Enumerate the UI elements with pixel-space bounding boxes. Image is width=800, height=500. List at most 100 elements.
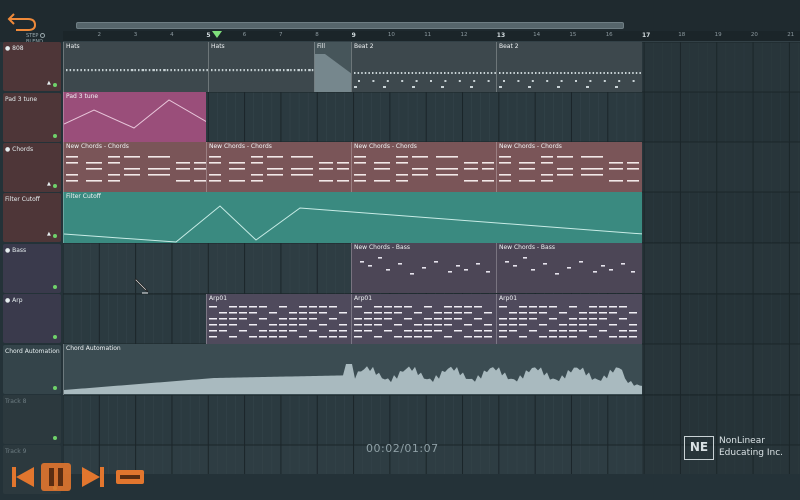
playlist-grid[interactable]: Hats Hats Fill Beat 2 Beat 2 Pad 3 tune (63, 42, 800, 474)
brand-line-1: NonLinear (719, 436, 765, 446)
playhead-marker-icon[interactable] (212, 31, 222, 38)
back-arrow-icon[interactable] (6, 10, 38, 32)
ruler-number: 11 (424, 32, 432, 38)
pattern-notes (211, 69, 314, 72)
transport-controls (12, 463, 144, 491)
clip-bass-1[interactable]: New Chords - Bass (351, 243, 496, 293)
clip-hats-1[interactable]: Hats (63, 42, 208, 92)
ruler-number: 2 (97, 32, 102, 38)
time-display: 00:02/01:07 (366, 442, 439, 455)
track-name: ● Bass (5, 247, 27, 254)
clip-beat-2[interactable]: Beat 2 (496, 42, 642, 92)
clip-bass-2[interactable]: New Chords - Bass (496, 243, 642, 293)
ruler-number: 9 (351, 32, 356, 39)
mute-led-icon[interactable] (53, 335, 57, 339)
ruler-number: 4 (170, 32, 174, 38)
ruler-number: 8 (315, 32, 319, 38)
clip-hats-2[interactable]: Hats (208, 42, 314, 92)
clip-filter-cutoff[interactable]: Filter Cutoff (63, 192, 642, 243)
timeline-ruler[interactable]: 2 3 4 5 6 7 8 9 10 11 12 13 14 15 16 17 18 19 20 21 (63, 31, 800, 42)
track-header[interactable]: ● 808 ▲ (3, 42, 61, 91)
track-header[interactable]: ● Arp (3, 294, 61, 343)
clip-title: Beat 2 (499, 43, 519, 50)
clip-beat-1[interactable]: Beat 2 (351, 42, 496, 92)
audio-waveform (64, 364, 642, 394)
ruler-number: 18 (678, 32, 686, 38)
track-name: Track 9 (5, 448, 27, 455)
track-header[interactable]: Filter Cutoff ▲ (3, 193, 61, 242)
rewind-button[interactable] (12, 467, 34, 487)
pattern-notes (354, 306, 492, 338)
mute-led-icon[interactable] (53, 83, 57, 87)
clip-arp-3[interactable]: Arp01 (496, 294, 642, 344)
clip-title: Arp01 (499, 295, 518, 302)
ruler-number: 20 (750, 32, 758, 38)
pattern-notes (209, 306, 347, 338)
mute-led-icon[interactable] (53, 285, 57, 289)
ruler-number: 6 (242, 32, 247, 38)
toggle-icon (40, 33, 45, 38)
clip-chords-3[interactable]: New Chords - Chords (351, 142, 496, 192)
ruler-number: 21 (787, 32, 795, 38)
ruler-number: 7 (279, 32, 283, 38)
clip-arp-1[interactable]: Arp01 (206, 294, 351, 344)
clip-pad-3-tune[interactable]: Pad 3 tune (63, 92, 206, 142)
track-header[interactable]: Track 8 (3, 395, 61, 444)
track-name: Track 8 (5, 398, 27, 405)
mute-led-icon[interactable] (53, 184, 57, 188)
snap-toggle[interactable]: STEP BLEND (26, 33, 62, 45)
track-header[interactable]: ● Bass (3, 244, 61, 293)
ruler-number: 19 (714, 32, 722, 38)
clip-title: New Chords - Bass (354, 244, 410, 251)
subtitle-button[interactable] (116, 470, 144, 484)
ruler-number: 13 (496, 32, 506, 39)
track-name: ● 808 (5, 45, 24, 52)
mute-led-icon[interactable] (53, 436, 57, 440)
ruler-number: 12 (460, 32, 468, 38)
clip-title: New Chords - Chords (354, 143, 417, 150)
pencil-cursor-icon (134, 278, 149, 294)
ruler-number: 17 (642, 32, 651, 39)
clip-title: Fill (317, 43, 326, 50)
clip-title: New Chords - Chords (209, 143, 272, 150)
mute-led-icon[interactable] (53, 386, 57, 390)
pattern-notes (499, 306, 637, 338)
horizontal-scrollbar[interactable] (76, 22, 624, 29)
brand-line-2: Educating Inc. (719, 448, 784, 458)
expand-arrow-icon[interactable]: ▲ (47, 181, 51, 187)
clip-title: Hats (66, 43, 80, 50)
expand-arrow-icon[interactable]: ▲ (47, 231, 51, 237)
clip-title: Pad 3 tune (66, 93, 99, 100)
clip-title: Hats (211, 43, 225, 50)
clip-fill[interactable]: Fill (314, 42, 351, 92)
clip-chords-1[interactable]: New Chords - Chords (63, 142, 206, 192)
track-name: Chord Automation (5, 348, 60, 355)
track-name: ● Chords (5, 146, 34, 153)
clip-chord-automation[interactable]: Chord Automation (63, 344, 642, 395)
clip-chords-2[interactable]: New Chords - Chords (206, 142, 351, 192)
forward-button[interactable] (82, 467, 104, 487)
clip-title: Filter Cutoff (66, 193, 101, 200)
ruler-number: 10 (387, 32, 395, 38)
ruler-number: 15 (569, 32, 577, 38)
ruler-number: 5 (206, 32, 211, 39)
brand-logo: NE NonLinear Educating Inc. (684, 434, 794, 462)
clip-title: Arp01 (209, 295, 228, 302)
track-header[interactable]: Chord Automation (3, 345, 61, 394)
ruler-number: 16 (605, 32, 613, 38)
track-header[interactable]: ● Chords ▲ (3, 143, 61, 192)
track-header[interactable]: Pad 3 tune (3, 93, 61, 142)
clip-chords-4[interactable]: New Chords - Chords (496, 142, 642, 192)
clip-title: Beat 2 (354, 43, 374, 50)
clip-title: Arp01 (354, 295, 373, 302)
expand-arrow-icon[interactable]: ▲ (47, 80, 51, 86)
track-name: Filter Cutoff (5, 196, 40, 203)
logo-mark: NE (684, 436, 714, 460)
clip-title: New Chords - Bass (499, 244, 555, 251)
clip-arp-2[interactable]: Arp01 (351, 294, 496, 344)
pause-button[interactable] (41, 463, 71, 491)
ruler-number: 14 (533, 32, 541, 38)
mute-led-icon[interactable] (53, 134, 57, 138)
automation-curve (64, 205, 642, 243)
mute-led-icon[interactable] (53, 234, 57, 238)
